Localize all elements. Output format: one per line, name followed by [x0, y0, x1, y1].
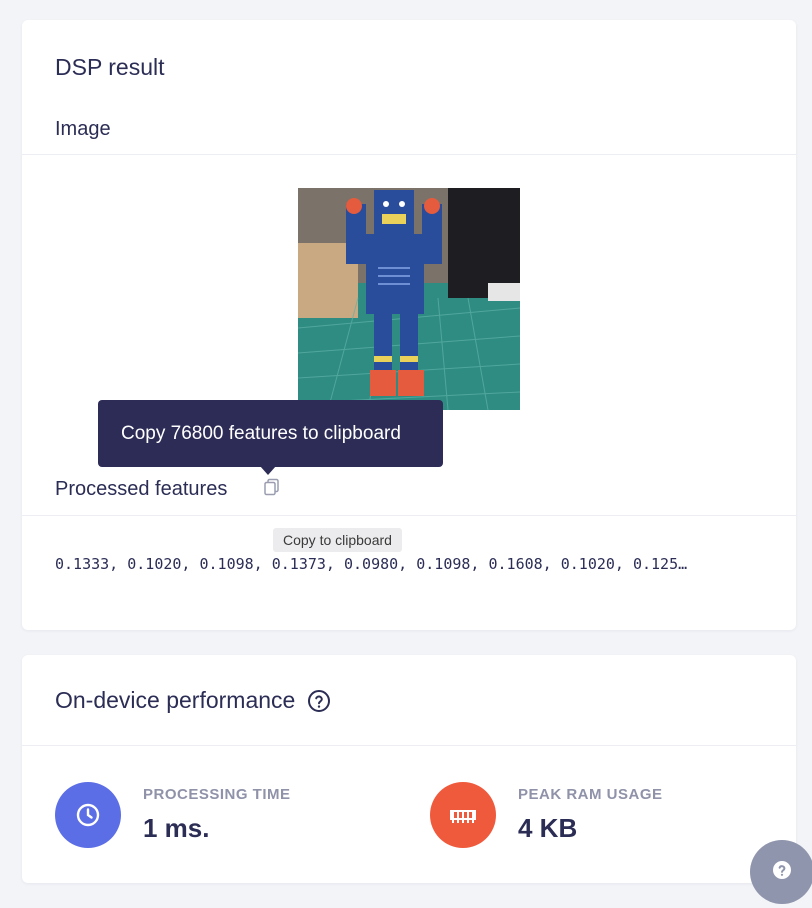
performance-title-row: On-device performance — [55, 687, 331, 714]
tooltip-arrow — [260, 466, 276, 475]
robot-photo — [298, 188, 520, 410]
dsp-result-title: DSP result — [55, 54, 165, 80]
features-values: 0.1333, 0.1020, 0.1098, 0.1373, 0.0980, … — [55, 555, 688, 573]
processing-time-label: PROCESSING TIME — [143, 786, 291, 803]
question-icon — [771, 859, 793, 886]
processing-time-metric: PROCESSING TIME 1 ms. — [55, 782, 291, 848]
copy-icon[interactable] — [263, 478, 281, 496]
processed-features-label: Processed features — [55, 478, 228, 500]
processing-time-value: 1 ms. — [143, 813, 210, 843]
copy-to-clipboard-tooltip: Copy to clipboard — [273, 528, 402, 552]
dsp-result-card: DSP result Image Copy 76800 features to … — [22, 20, 796, 630]
performance-card: On-device performance PROCESSING TIME 1 … — [22, 655, 796, 883]
peak-ram-value: 4 KB — [518, 813, 578, 843]
peak-ram-metric: PEAK RAM USAGE 4 KB — [430, 782, 663, 848]
divider — [22, 515, 796, 516]
clock-icon — [55, 782, 121, 848]
divider — [22, 745, 796, 746]
question-circle-icon[interactable] — [307, 689, 331, 713]
copy-features-tooltip: Copy 76800 features to clipboard — [98, 400, 443, 467]
performance-title: On-device performance — [55, 687, 296, 713]
divider — [22, 154, 796, 155]
memory-icon — [430, 782, 496, 848]
help-button[interactable] — [750, 840, 812, 904]
peak-ram-label: PEAK RAM USAGE — [518, 786, 663, 803]
image-label: Image — [55, 118, 111, 140]
